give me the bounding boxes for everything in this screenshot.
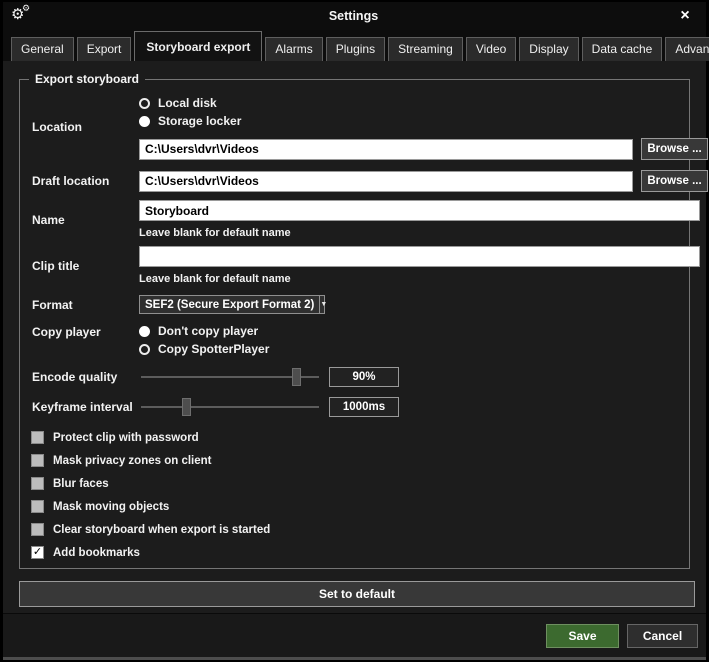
- clip-title-row: Clip title Leave blank for default name: [31, 246, 679, 285]
- location-browse-button[interactable]: Browse ...: [641, 138, 708, 160]
- checkbox-add-bookmarks[interactable]: Add bookmarks: [31, 541, 679, 564]
- draft-browse-button[interactable]: Browse ...: [641, 170, 708, 192]
- cancel-button[interactable]: Cancel: [627, 624, 698, 648]
- draft-location-label: Draft location: [31, 170, 139, 192]
- encode-quality-slider[interactable]: [141, 367, 319, 387]
- checkbox-unchecked-icon: [31, 431, 44, 444]
- group-title: Export storyboard: [29, 72, 145, 86]
- tab-display[interactable]: Display: [519, 37, 578, 61]
- tab-storyboard-export[interactable]: Storyboard export: [134, 31, 262, 61]
- tab-export[interactable]: Export: [77, 37, 132, 61]
- checkbox-mask-moving-objects[interactable]: Mask moving objects: [31, 495, 679, 518]
- settings-gears-icon: ⚙⚙: [9, 5, 35, 27]
- radio-copy-spotterplayer[interactable]: Copy SpotterPlayer: [139, 340, 679, 358]
- encode-quality-label: Encode quality: [31, 367, 139, 387]
- tab-video[interactable]: Video: [466, 37, 516, 61]
- radio-dont-copy-player[interactable]: Don't copy player: [139, 322, 679, 340]
- clip-title-label: Clip title: [31, 246, 139, 285]
- chevron-down-icon[interactable]: ▼: [319, 296, 327, 313]
- clip-title-input[interactable]: [139, 246, 700, 267]
- tab-content: Export storyboard Location Local disk St…: [3, 79, 706, 635]
- format-row: Format SEF2 (Secure Export Format 2) ▼: [31, 295, 679, 314]
- location-path-input[interactable]: [139, 139, 633, 160]
- close-icon[interactable]: ×: [672, 8, 698, 24]
- radio-unselected-icon: [139, 98, 150, 109]
- tab-bar: General Export Storyboard export Alarms …: [3, 30, 706, 61]
- keyframe-interval-value: 1000ms: [329, 397, 399, 417]
- format-dropdown[interactable]: SEF2 (Secure Export Format 2) ▼: [139, 295, 325, 314]
- checkbox-unchecked-icon: [31, 454, 44, 467]
- footer-bar: Save Cancel: [3, 613, 706, 657]
- name-hint: Leave blank for default name: [139, 227, 700, 239]
- radio-unselected-icon: [139, 344, 150, 355]
- slider-thumb[interactable]: [292, 368, 301, 386]
- encode-quality-row: Encode quality 90%: [31, 367, 679, 387]
- encode-quality-value: 90%: [329, 367, 399, 387]
- tab-streaming[interactable]: Streaming: [388, 37, 463, 61]
- set-to-default-button[interactable]: Set to default: [19, 581, 695, 607]
- tab-advanced[interactable]: Advanced: [665, 37, 709, 61]
- draft-location-input[interactable]: [139, 171, 633, 192]
- keyframe-interval-slider[interactable]: [141, 397, 319, 417]
- draft-location-row: Draft location Browse ...: [31, 170, 679, 192]
- checkbox-protect-clip[interactable]: Protect clip with password: [31, 426, 679, 449]
- dialog-inner: ⚙⚙ Settings × General Export Storyboard …: [3, 2, 706, 660]
- settings-dialog: ⚙⚙ Settings × General Export Storyboard …: [0, 0, 709, 662]
- keyframe-interval-label: Keyframe interval: [31, 397, 139, 417]
- checkbox-checked-icon: [31, 546, 44, 559]
- save-button[interactable]: Save: [546, 624, 619, 648]
- tab-general[interactable]: General: [11, 37, 74, 61]
- name-input[interactable]: [139, 200, 700, 221]
- radio-selected-icon: [139, 326, 150, 337]
- checkbox-unchecked-icon: [31, 523, 44, 536]
- copy-player-row: Copy player Don't copy player Copy Spott…: [31, 322, 679, 358]
- checkbox-unchecked-icon: [31, 477, 44, 490]
- name-label: Name: [31, 200, 139, 239]
- radio-storage-locker[interactable]: Storage locker: [139, 112, 708, 130]
- radio-selected-icon: [139, 116, 150, 127]
- export-storyboard-group: Export storyboard Location Local disk St…: [19, 79, 690, 569]
- titlebar: ⚙⚙ Settings ×: [3, 2, 706, 30]
- radio-local-disk[interactable]: Local disk: [139, 94, 708, 112]
- format-value: SEF2 (Secure Export Format 2): [140, 299, 319, 311]
- tab-plugins[interactable]: Plugins: [326, 37, 385, 61]
- tab-alarms[interactable]: Alarms: [265, 37, 322, 61]
- location-row: Location Local disk Storage locker Br: [31, 94, 679, 160]
- location-path-row: Browse ...: [139, 138, 708, 160]
- clip-title-hint: Leave blank for default name: [139, 273, 700, 285]
- checkbox-blur-faces[interactable]: Blur faces: [31, 472, 679, 495]
- window-title: Settings: [35, 9, 672, 23]
- slider-thumb[interactable]: [182, 398, 191, 416]
- checkbox-unchecked-icon: [31, 500, 44, 513]
- location-label: Location: [31, 94, 139, 160]
- tab-data-cache[interactable]: Data cache: [582, 37, 663, 61]
- keyframe-interval-row: Keyframe interval 1000ms: [31, 397, 679, 417]
- name-row: Name Leave blank for default name: [31, 200, 679, 239]
- checkbox-mask-privacy-zones[interactable]: Mask privacy zones on client: [31, 449, 679, 472]
- copy-player-label: Copy player: [31, 322, 139, 358]
- checkbox-list: Protect clip with password Mask privacy …: [31, 426, 679, 564]
- format-label: Format: [31, 295, 139, 314]
- checkbox-clear-storyboard[interactable]: Clear storyboard when export is started: [31, 518, 679, 541]
